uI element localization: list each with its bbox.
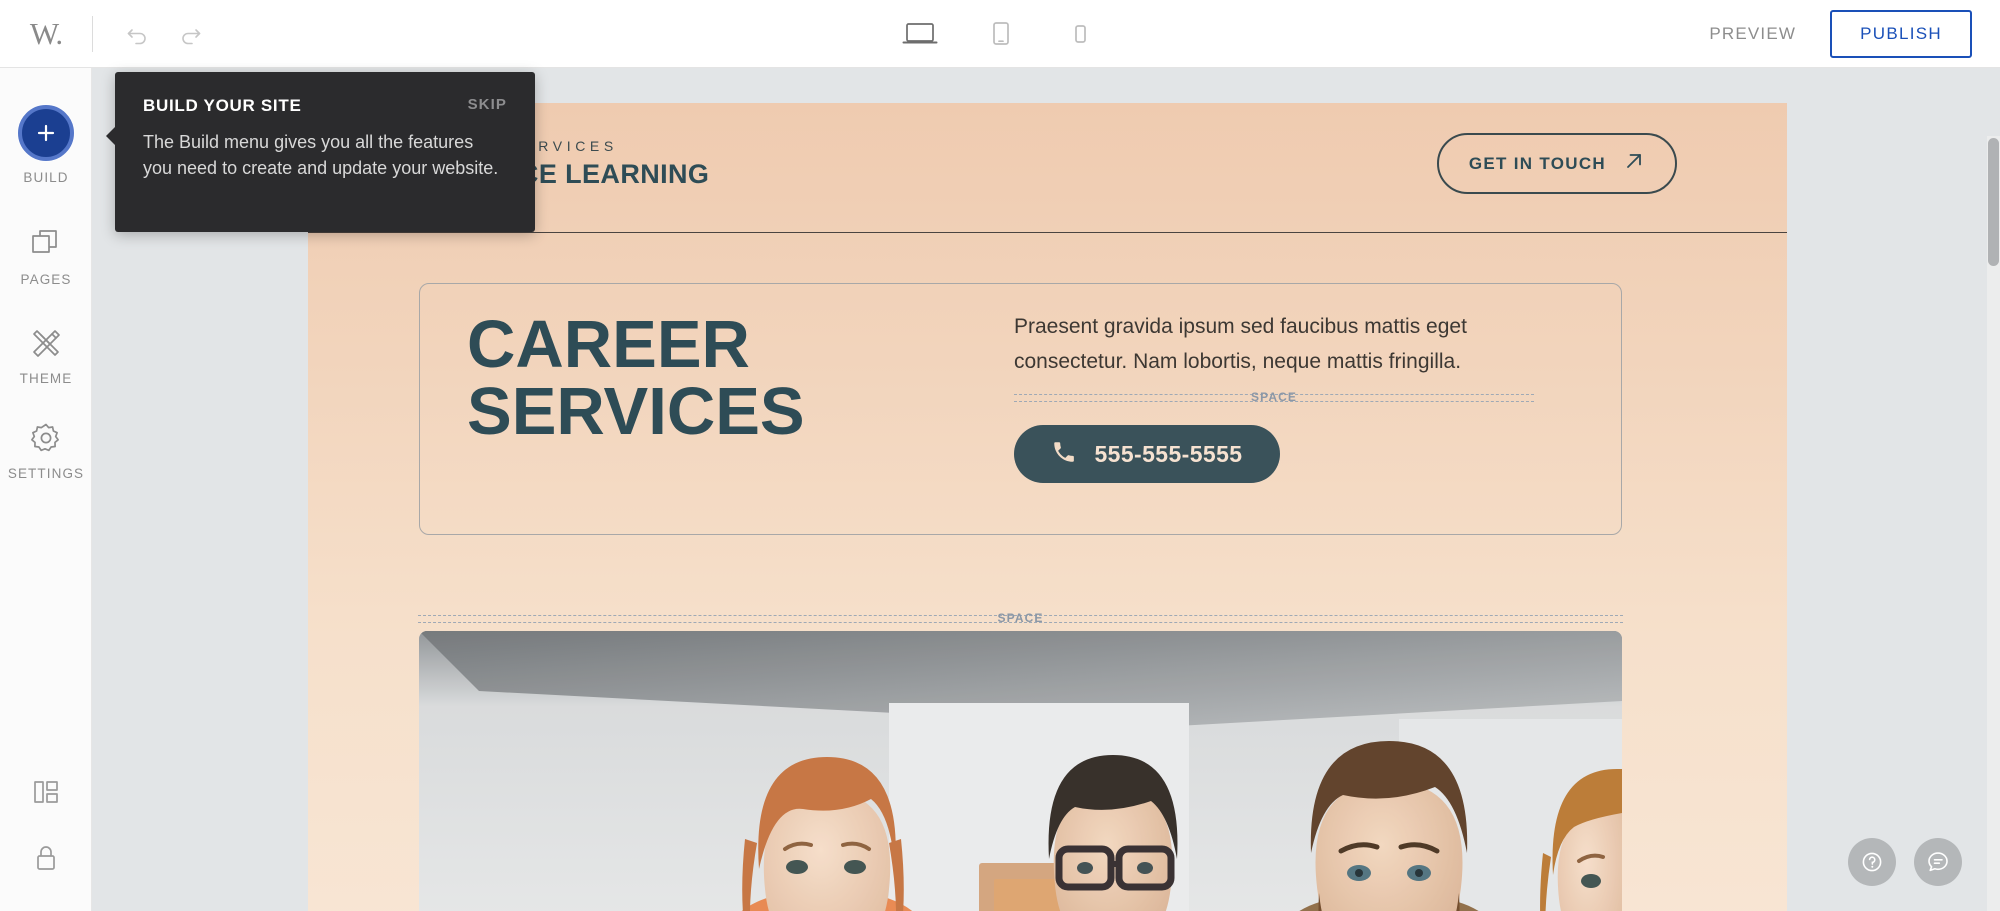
canvas-scrollbar-track[interactable] [1987,136,2000,911]
plus-icon [18,105,74,161]
hero-heading-line1: CAREER [467,307,750,382]
space-divider-label: SPACE [997,611,1044,625]
phone-icon [1051,439,1077,470]
hero-section[interactable]: CAREER SERVICES Praesent gravida ipsum s… [419,283,1622,535]
sidebar-item-label: SETTINGS [7,466,85,481]
hero-heading: CAREER SERVICES [467,311,805,445]
sidebar-item-build[interactable]: BUILD [0,105,92,185]
get-in-touch-label: GET IN TOUCH [1468,153,1606,173]
publish-button[interactable]: PUBLISH [1830,9,1972,58]
device-preview-group [898,14,1102,54]
get-in-touch-button[interactable]: GET IN TOUCH [1436,133,1677,194]
tooltip-title: BUILD YOUR SITE [143,96,302,115]
tooltip-body: The Build menu gives you all the feature… [143,132,499,178]
gear-icon [29,419,63,457]
chat-bubble-icon[interactable] [1914,838,1962,886]
space-divider-outer[interactable]: SPACE [418,611,1623,628]
phone-cta-button[interactable]: 555-555-5555 [1014,425,1280,484]
tablet-icon[interactable] [978,14,1022,54]
phone-number-label: 555-555-5555 [1094,440,1243,467]
tooltip-arrow [106,126,116,146]
space-divider-inner[interactable]: SPACE [1014,390,1534,407]
question-mark-icon[interactable] [1848,838,1896,886]
pencil-ruler-icon [28,324,64,362]
layout-dashboard-icon[interactable] [30,773,62,811]
desktop-icon[interactable] [898,14,942,54]
left-sidebar: BUILD PAGES THEME SETTINGS [0,68,92,911]
mobile-icon[interactable] [1058,14,1102,54]
sidebar-item-label: THEME [19,371,73,386]
team-photo [419,631,1622,911]
hero-image-block[interactable] [419,631,1622,911]
toolbar-divider [92,15,93,52]
sidebar-item-pages[interactable]: PAGES [0,225,92,287]
undo-arrow-icon[interactable] [121,17,155,51]
tooltip-skip-button[interactable]: SKIP [468,96,507,113]
space-divider-label: SPACE [1251,390,1297,405]
sidebar-item-theme[interactable]: THEME [0,324,92,386]
undo-redo-group [121,17,207,51]
sidebar-bottom-group [0,773,92,877]
lock-icon[interactable] [30,839,62,877]
hero-heading-line2: SERVICES [467,374,805,449]
hero-content-right: Praesent gravida ipsum sed faucibus matt… [1014,310,1534,484]
floating-help-group [1848,838,1962,886]
onboarding-tooltip[interactable]: BUILD YOUR SITE SKIP The Build menu give… [106,72,535,232]
toolbar-actions: PREVIEW PUBLISH [1709,9,1972,58]
preview-button[interactable]: PREVIEW [1709,24,1796,44]
pages-stack-icon [29,225,63,263]
site-header-rule [308,232,1787,233]
arrow-up-right-icon [1623,150,1645,177]
sidebar-item-settings[interactable]: SETTINGS [0,419,92,481]
redo-arrow-icon[interactable] [173,17,207,51]
sidebar-item-label: BUILD [23,170,69,185]
top-toolbar: W. PREVIEW PUBLISH [0,0,2000,68]
canvas-scrollbar-thumb[interactable] [1988,138,1999,266]
hero-paragraph: Praesent gravida ipsum sed faucibus matt… [1014,315,1467,373]
sidebar-item-label: PAGES [20,272,72,287]
app-logo[interactable]: W. [0,16,92,52]
